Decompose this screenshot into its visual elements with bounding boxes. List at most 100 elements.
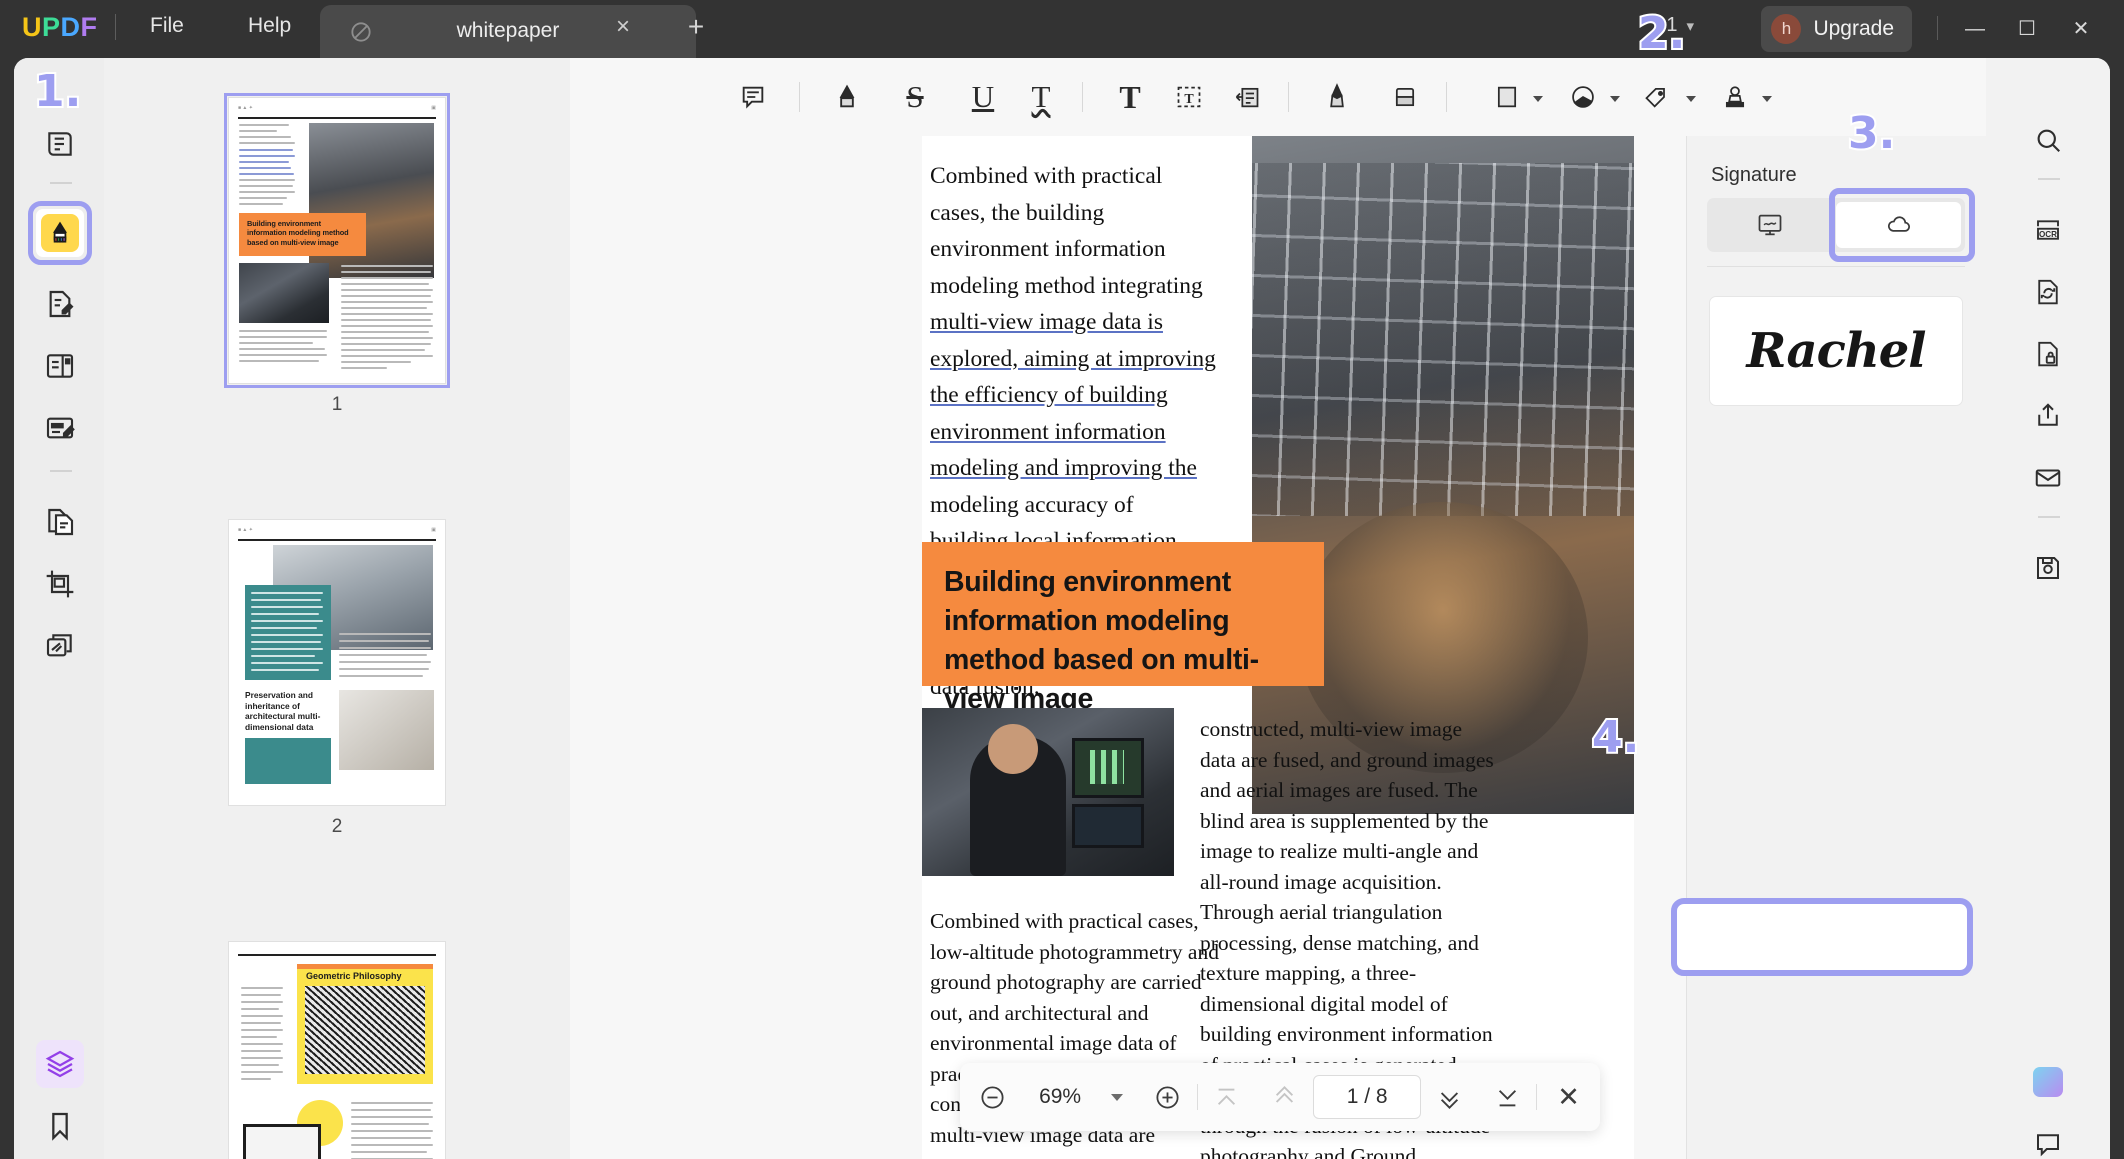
toolbar-divider-1 xyxy=(799,82,800,112)
convert-icon xyxy=(48,508,74,536)
ai-icon xyxy=(2033,1067,2063,1097)
protect-button[interactable] xyxy=(2024,330,2072,378)
thumb-orange-banner: Building environment information modelin… xyxy=(239,213,366,256)
sticker-tool[interactable] xyxy=(1558,72,1608,122)
previous-page-button[interactable] xyxy=(1256,1063,1313,1131)
last-page-button[interactable] xyxy=(1479,1063,1536,1131)
first-page-icon xyxy=(1218,1088,1236,1105)
stamp-tool[interactable] xyxy=(1710,72,1760,122)
eraser-tool[interactable] xyxy=(1380,72,1430,122)
thumb-header: ■ ▲ ✦ ▣ xyxy=(238,527,436,539)
page-navigation-toolbar: 69% 1 / 8 ✕ xyxy=(960,1063,1600,1131)
comment-icon xyxy=(742,86,764,109)
highlight-tool[interactable] xyxy=(822,72,872,122)
pencil-tool[interactable] xyxy=(1312,72,1362,122)
sticker-icon xyxy=(1572,86,1594,108)
thumbnail-panel[interactable]: ■ ▲ ✦ ▣ Building environment information… xyxy=(104,58,570,1159)
saved-signature-card[interactable]: Rachel xyxy=(1709,296,1963,406)
eraser-icon xyxy=(1395,87,1415,107)
highlighter-icon xyxy=(839,84,855,108)
save-button[interactable] xyxy=(2024,544,2072,592)
chat-button[interactable] xyxy=(2024,1120,2072,1159)
stamp-caret-icon[interactable] xyxy=(1762,96,1772,102)
thumbnail-page-3[interactable]: Geometric Philosophy xyxy=(229,942,445,1159)
envelope-icon xyxy=(2035,469,2061,487)
close-window-button[interactable]: ✕ xyxy=(2062,12,2100,46)
maximize-button[interactable]: ☐ xyxy=(2008,12,2046,46)
sidebar-item-organize[interactable] xyxy=(36,342,84,390)
tab-close-icon[interactable]: × xyxy=(608,12,638,42)
underline-tool[interactable]: U xyxy=(958,72,1008,122)
email-button[interactable] xyxy=(2024,454,2072,502)
annotation-toolbar: S U T T T xyxy=(570,58,1986,136)
sidebar-item-batch[interactable] xyxy=(36,622,84,670)
minimize-button[interactable]: — xyxy=(1956,12,1994,46)
page-indicator[interactable]: 1 / 8 xyxy=(1313,1075,1422,1119)
thumbnail-page-2[interactable]: ■ ▲ ✦ ▣ Preservation and inheritance of … xyxy=(229,520,445,805)
next-page-button[interactable] xyxy=(1421,1063,1478,1131)
upgrade-label: Upgrade xyxy=(1813,17,1894,40)
sidebar-item-edit-pdf[interactable] xyxy=(36,280,84,328)
close-toolbar-button[interactable]: ✕ xyxy=(1537,1063,1600,1131)
thumbnail-page-1[interactable]: ■ ▲ ✦ ▣ Building environment information… xyxy=(224,93,450,388)
zoom-in-button[interactable] xyxy=(1138,1063,1197,1131)
search-button[interactable] xyxy=(2024,116,2072,164)
rail-divider-1 xyxy=(50,182,72,184)
sidebar-item-layers[interactable] xyxy=(36,1040,84,1088)
document-tab[interactable]: whitepaper xyxy=(320,5,696,58)
callout-tool[interactable] xyxy=(1222,72,1272,122)
convert-button[interactable] xyxy=(2024,268,2072,316)
workstation-photo xyxy=(922,708,1174,876)
tag-caret-icon[interactable] xyxy=(1686,96,1696,102)
text-tool[interactable]: T xyxy=(1105,72,1155,122)
tag-tool[interactable] xyxy=(1632,72,1682,122)
shapes-icon xyxy=(1497,86,1517,108)
ocr-button[interactable]: OCR xyxy=(2024,206,2072,254)
upgrade-button[interactable]: h Upgrade xyxy=(1761,6,1912,52)
shapes-tool[interactable] xyxy=(1482,72,1532,122)
step-badge-4: 4. xyxy=(1590,710,1641,765)
share-button[interactable] xyxy=(2024,392,2072,440)
sidebar-item-prepare-form[interactable] xyxy=(36,404,84,452)
sidebar-item-bookmark[interactable] xyxy=(36,1102,84,1150)
step-badge-2: 2. xyxy=(1636,6,1687,61)
thumbnail-2-wrap: ■ ▲ ✦ ▣ Preservation and inheritance of … xyxy=(229,520,445,837)
right-sidebar: OCR xyxy=(1986,58,2110,1159)
zoom-in-icon xyxy=(1156,1085,1179,1109)
sidebar-item-reader[interactable] xyxy=(36,120,84,168)
underline-icon: U xyxy=(971,79,995,114)
zoom-level-value[interactable]: 69% xyxy=(1025,1085,1095,1109)
shapes-caret-icon[interactable] xyxy=(1533,96,1543,102)
thumb-2-title: Preservation and inheritance of architec… xyxy=(245,690,321,732)
textbox-tool[interactable]: T xyxy=(1164,72,1214,122)
menu-help[interactable]: Help xyxy=(248,14,291,38)
edit-pdf-icon xyxy=(49,290,74,318)
signature-divider xyxy=(1707,266,1965,267)
photo-head xyxy=(988,724,1038,774)
new-tab-icon[interactable]: + xyxy=(680,12,712,44)
callout-icon xyxy=(1235,87,1259,108)
signature-tab-local[interactable] xyxy=(1707,198,1832,252)
sidebar-item-annotate[interactable] xyxy=(36,209,84,257)
sidebar-item-convert[interactable] xyxy=(36,498,84,546)
sticker-caret-icon[interactable] xyxy=(1610,96,1620,102)
zoom-dropdown-button[interactable] xyxy=(1095,1063,1138,1131)
main-shell: ■ ▲ ✦ ▣ Building environment information… xyxy=(14,58,2110,1159)
thumbnail-2-number: 2 xyxy=(331,816,343,837)
sidebar-item-crop[interactable] xyxy=(36,560,84,608)
title-bar: UPDF File Help whitepaper × + 1 ▾ h Upgra… xyxy=(0,0,2124,58)
crop-icon xyxy=(46,570,74,598)
prepare-form-icon xyxy=(46,417,75,439)
zoom-out-button[interactable] xyxy=(960,1063,1025,1131)
last-page-icon xyxy=(1498,1089,1516,1106)
comment-tool[interactable] xyxy=(728,72,778,122)
chevron-down-icon xyxy=(1110,1093,1123,1101)
ai-assistant-button[interactable] xyxy=(2024,1058,2072,1106)
strikethrough-tool[interactable]: S xyxy=(890,72,940,122)
first-page-button[interactable] xyxy=(1198,1063,1255,1131)
chat-icon xyxy=(2037,1134,2059,1157)
squiggly-underline-icon: T xyxy=(1031,79,1051,114)
tag-icon xyxy=(1645,87,1665,108)
squiggly-tool[interactable]: T xyxy=(1016,72,1066,122)
menu-file[interactable]: File xyxy=(150,14,184,38)
